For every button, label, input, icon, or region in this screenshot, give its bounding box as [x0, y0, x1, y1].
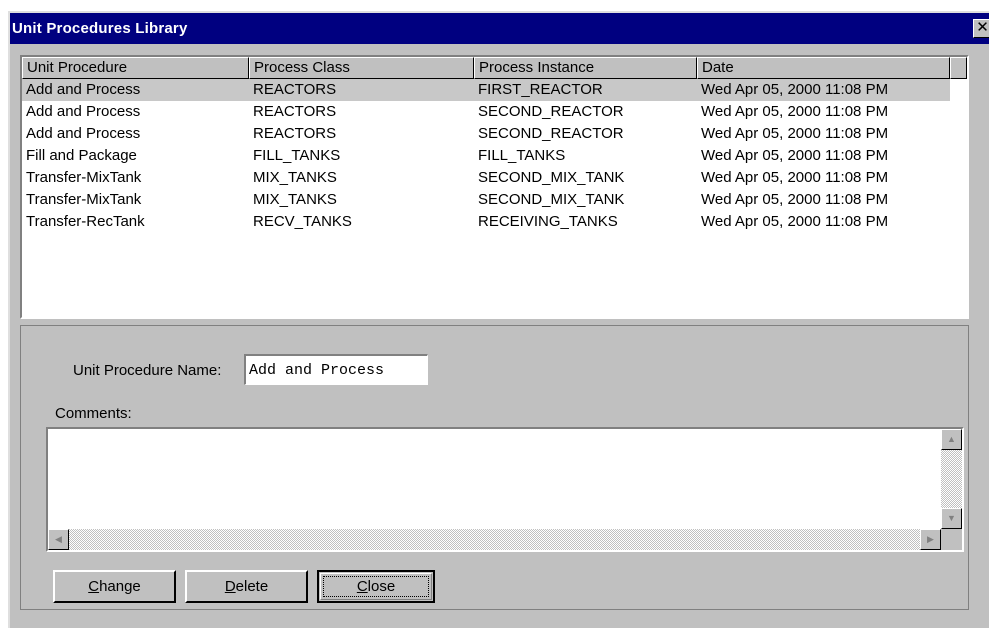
cell-process-class: RECV_TANKS	[253, 213, 352, 230]
title-bar[interactable]: Unit Procedures Library ✕	[10, 13, 989, 44]
close-icon[interactable]: ✕	[973, 19, 989, 38]
list-rows: Add and Process REACTORS FIRST_REACTOR W…	[22, 79, 967, 233]
column-header-date[interactable]: Date	[697, 57, 950, 79]
cell-date: Wed Apr 05, 2000 11:08 PM	[701, 125, 889, 142]
comments-horizontal-scrollbar[interactable]: ◀ ▶	[48, 529, 941, 550]
column-header-process-class[interactable]: Process Class	[249, 57, 474, 79]
change-label: hange	[99, 578, 141, 595]
change-mnemonic: C	[88, 578, 100, 595]
cell-process-instance: RECEIVING_TANKS	[478, 213, 618, 230]
cell-date: Wed Apr 05, 2000 11:08 PM	[701, 147, 889, 164]
cell-date: Wed Apr 05, 2000 11:08 PM	[701, 169, 889, 186]
cell-process-instance: SECOND_REACTOR	[478, 125, 624, 142]
cell-process-instance: SECOND_REACTOR	[478, 103, 624, 120]
unit-procedure-name-label: Unit Procedure Name:	[73, 362, 222, 379]
column-header-filler	[950, 57, 967, 79]
close-mnemonic: C	[356, 578, 368, 595]
arrow-right-icon[interactable]: ▶	[920, 529, 941, 550]
window-title: Unit Procedures Library	[12, 20, 188, 37]
comments-textarea[interactable]: ▲ ▼ ◀ ▶	[46, 427, 964, 552]
cell-process-instance: FIRST_REACTOR	[478, 81, 603, 98]
table-row[interactable]: Transfer-RecTank RECV_TANKS RECEIVING_TA…	[22, 211, 967, 233]
comments-label: Comments:	[55, 405, 132, 422]
table-row[interactable]: Transfer-MixTank MIX_TANKS SECOND_MIX_TA…	[22, 167, 967, 189]
cell-date: Wed Apr 05, 2000 11:08 PM	[701, 81, 889, 98]
table-row[interactable]: Fill and Package FILL_TANKS FILL_TANKS W…	[22, 145, 967, 167]
arrow-down-icon[interactable]: ▼	[941, 508, 962, 529]
close-label: lose	[367, 578, 396, 595]
cell-process-class: FILL_TANKS	[253, 147, 341, 164]
cell-process-class: REACTORS	[253, 103, 337, 120]
cell-date: Wed Apr 05, 2000 11:08 PM	[701, 103, 889, 120]
cell-unit-procedure: Add and Process	[26, 81, 141, 98]
cell-unit-procedure: Add and Process	[26, 103, 141, 120]
table-row[interactable]: Add and Process REACTORS FIRST_REACTOR W…	[22, 79, 950, 101]
details-panel: Unit Procedure Name: Comments: ▲ ▼ ◀ ▶ C…	[20, 325, 969, 610]
scrollbar-corner	[941, 529, 962, 550]
cell-unit-procedure: Add and Process	[26, 125, 141, 142]
close-button[interactable]: Close	[317, 570, 435, 603]
cell-unit-procedure: Transfer-MixTank	[26, 191, 142, 208]
cell-date: Wed Apr 05, 2000 11:08 PM	[701, 213, 889, 230]
cell-process-instance: FILL_TANKS	[478, 147, 566, 164]
unit-procedures-list[interactable]: Unit Procedure Process Class Process Ins…	[20, 55, 969, 319]
list-header: Unit Procedure Process Class Process Ins…	[22, 57, 967, 79]
table-row[interactable]: Add and Process REACTORS SECOND_REACTOR …	[22, 101, 967, 123]
cell-process-instance: SECOND_MIX_TANK	[478, 191, 625, 208]
column-header-unit-procedure[interactable]: Unit Procedure	[22, 57, 249, 79]
cell-process-class: REACTORS	[253, 81, 337, 98]
cell-unit-procedure: Fill and Package	[26, 147, 137, 164]
change-button[interactable]: Change	[53, 570, 176, 603]
cell-process-class: MIX_TANKS	[253, 169, 337, 186]
cell-process-instance: SECOND_MIX_TANK	[478, 169, 625, 186]
arrow-left-icon[interactable]: ◀	[48, 529, 69, 550]
column-header-process-instance[interactable]: Process Instance	[474, 57, 697, 79]
cell-process-class: MIX_TANKS	[253, 191, 337, 208]
close-button-focus: Close	[323, 576, 429, 597]
unit-procedure-name-input[interactable]	[244, 354, 428, 385]
table-row[interactable]: Add and Process REACTORS SECOND_REACTOR …	[22, 123, 967, 145]
delete-label: elete	[235, 578, 269, 595]
cell-unit-procedure: Transfer-MixTank	[26, 169, 142, 186]
cell-unit-procedure: Transfer-RecTank	[26, 213, 145, 230]
cell-process-class: REACTORS	[253, 125, 337, 142]
delete-button[interactable]: Delete	[185, 570, 308, 603]
arrow-up-icon[interactable]: ▲	[941, 429, 962, 450]
table-row[interactable]: Transfer-MixTank MIX_TANKS SECOND_MIX_TA…	[22, 189, 967, 211]
delete-mnemonic: D	[224, 578, 236, 595]
comments-vertical-scrollbar[interactable]: ▲ ▼	[941, 429, 962, 529]
cell-date: Wed Apr 05, 2000 11:08 PM	[701, 191, 889, 208]
